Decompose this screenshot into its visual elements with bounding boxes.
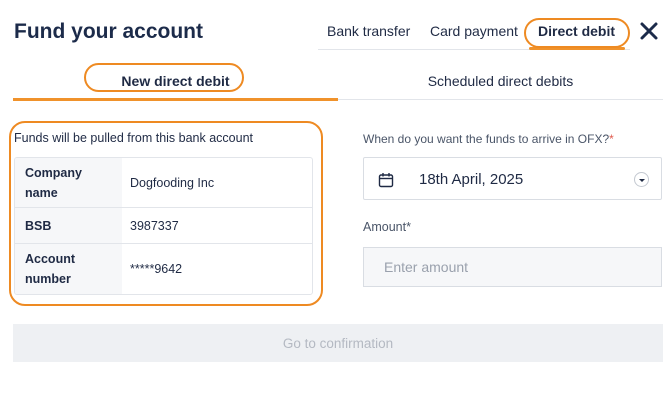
tab-card-payment[interactable]: Card payment — [430, 23, 518, 39]
company-name-value: Dogfooding Inc — [130, 175, 215, 190]
company-name-label: Company name — [15, 158, 122, 207]
tab-new-direct-debit[interactable]: New direct debit — [13, 73, 338, 89]
table-row: Account number *****9642 — [15, 244, 312, 294]
bank-account-table: Company name Dogfooding Inc BSB 3987337 A… — [14, 157, 313, 295]
bsb-value: 3987337 — [130, 218, 179, 233]
arrival-date-picker[interactable]: 18th April, 2025 — [363, 157, 662, 200]
tab-bank-transfer[interactable]: Bank transfer — [327, 23, 410, 39]
active-tab-indicator — [529, 47, 625, 50]
amount-label: Amount* — [363, 220, 411, 234]
account-number-label: Account number — [15, 244, 122, 294]
account-number-value: *****9642 — [130, 262, 183, 276]
active-subtab-indicator — [13, 98, 338, 101]
close-icon — [640, 22, 658, 40]
chevron-down-icon[interactable] — [634, 172, 649, 187]
arrival-date-value: 18th April, 2025 — [419, 171, 524, 188]
tab-scheduled-direct-debits[interactable]: Scheduled direct debits — [338, 73, 663, 89]
page-title: Fund your account — [14, 20, 203, 43]
calendar-icon — [378, 173, 394, 188]
amount-input[interactable] — [363, 247, 662, 287]
direct-debit-subtabs: New direct debit Scheduled direct debits — [13, 66, 663, 100]
close-button[interactable] — [638, 20, 660, 42]
table-row: Company name Dogfooding Inc — [15, 158, 312, 208]
tab-direct-debit[interactable]: Direct debit — [538, 23, 615, 39]
go-to-confirmation-button[interactable]: Go to confirmation — [13, 324, 663, 362]
arrival-date-label: When do you want the funds to arrive in … — [363, 132, 614, 146]
funding-method-tabs: Bank transfer Card payment Direct debit — [318, 14, 630, 50]
bank-account-intro: Funds will be pulled from this bank acco… — [14, 131, 254, 145]
bsb-label: BSB — [15, 208, 122, 243]
table-row: BSB 3987337 — [15, 208, 312, 244]
